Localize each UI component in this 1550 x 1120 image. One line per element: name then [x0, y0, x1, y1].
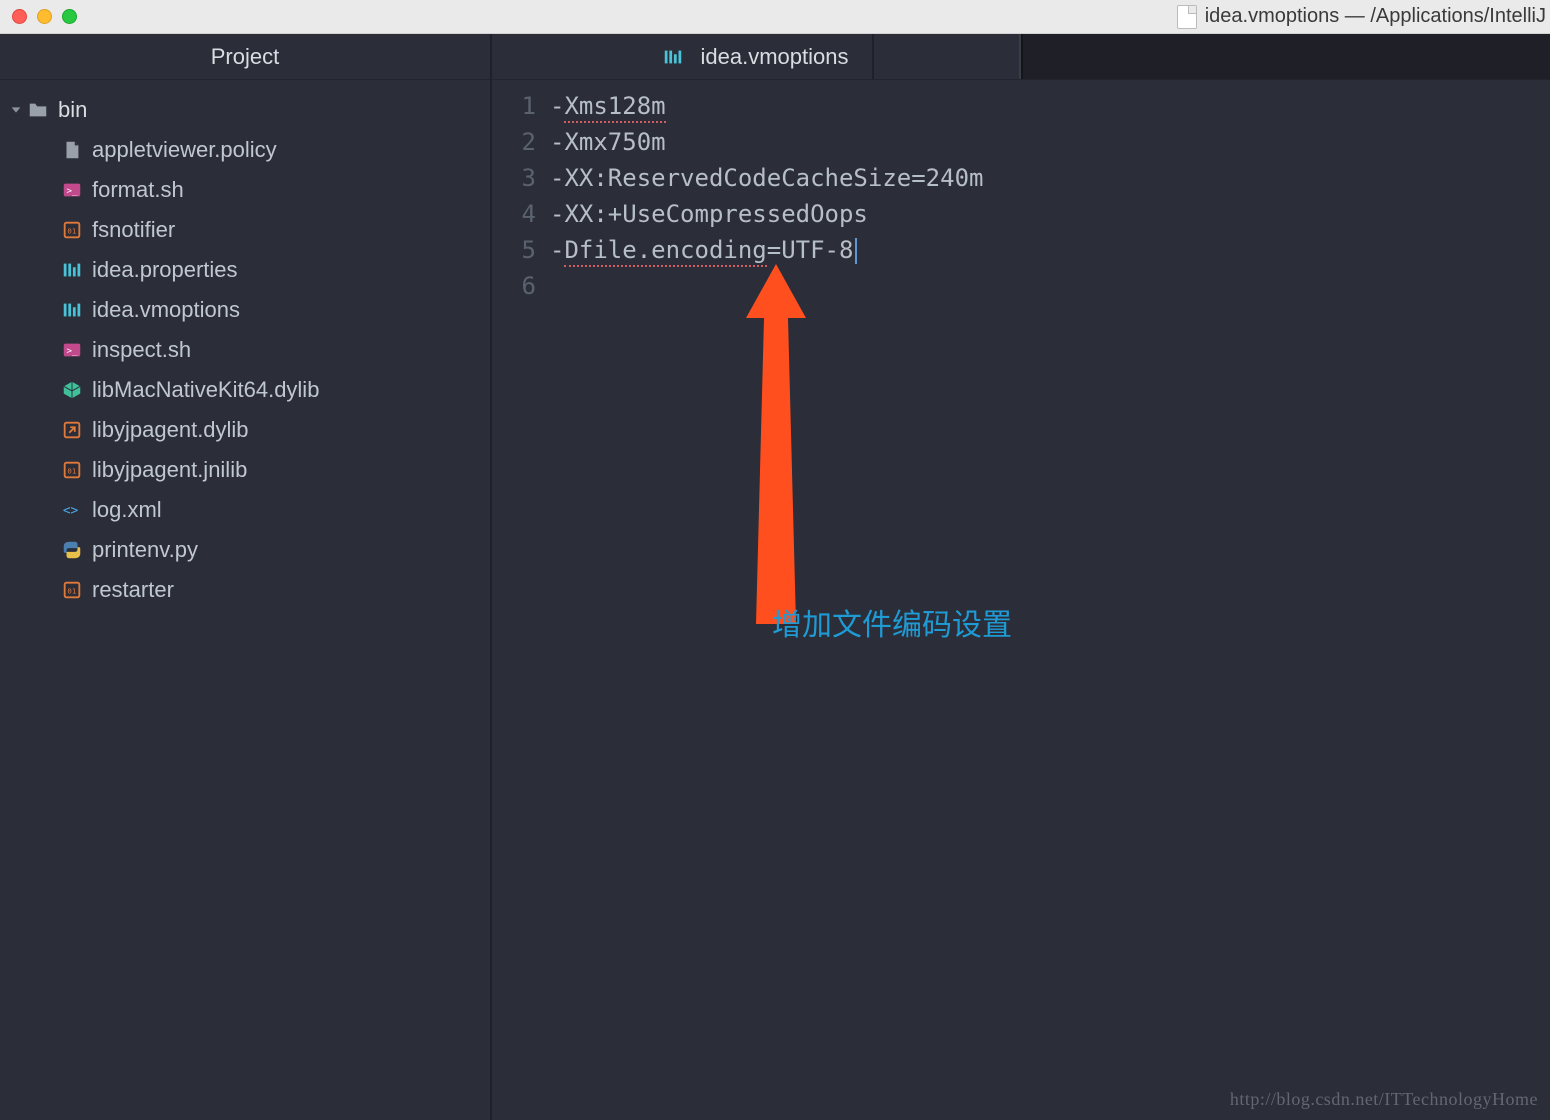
line-number: 3: [492, 160, 536, 196]
props-icon: [60, 258, 84, 282]
tree-file-label: fsnotifier: [92, 217, 175, 243]
watermark-text: http://blog.csdn.net/ITTechnologyHome: [1230, 1089, 1538, 1110]
tree-file-libmacnativekit64-dylib[interactable]: libMacNativeKit64.dylib: [0, 370, 490, 410]
svg-text:01: 01: [67, 587, 76, 596]
chevron-down-icon[interactable]: [6, 103, 26, 117]
line-number: 4: [492, 196, 536, 232]
project-sidebar: Project bin appletviewer.policy >_ format.…: [0, 34, 492, 1120]
line-number: 5: [492, 232, 536, 268]
line-number: 2: [492, 124, 536, 160]
tree-file-label: idea.properties: [92, 257, 238, 283]
code-line[interactable]: -XX:+UseCompressedOops: [550, 196, 1550, 232]
editor-tabs: idea.vmoptions: [492, 34, 1550, 80]
tree-file-libyjpagent-dylib[interactable]: libyjpagent.dylib: [0, 410, 490, 450]
window-zoom-button[interactable]: [62, 9, 77, 24]
pkg-icon: [60, 378, 84, 402]
traffic-lights: [12, 9, 77, 24]
tree-file-format-sh[interactable]: >_ format.sh: [0, 170, 490, 210]
tree-file-label: restarter: [92, 577, 174, 603]
project-panel-header[interactable]: Project: [0, 34, 490, 80]
sh-icon: >_: [60, 338, 84, 362]
document-icon: [1177, 5, 1197, 29]
window-titlebar: idea.vmoptions — /Applications/IntelliJ: [0, 0, 1550, 34]
tree-file-label: format.sh: [92, 177, 184, 203]
window-minimize-button[interactable]: [37, 9, 52, 24]
svg-text:<>: <>: [63, 504, 79, 519]
svg-text:>_: >_: [67, 346, 79, 357]
bin-icon: 01: [60, 458, 84, 482]
line-number: 6: [492, 268, 536, 304]
svg-text:01: 01: [67, 467, 76, 476]
tree-file-label: libMacNativeKit64.dylib: [92, 377, 319, 403]
text-caret: [855, 238, 857, 264]
code-editor[interactable]: 123456 -Xms128m-Xmx750m-XX:ReservedCodeC…: [492, 80, 1550, 1120]
tree-file-idea-vmoptions[interactable]: idea.vmoptions: [0, 290, 490, 330]
xml-icon: <>: [60, 498, 84, 522]
file-icon: [60, 138, 84, 162]
tree-file-restarter[interactable]: 01 restarter: [0, 570, 490, 610]
sh-icon: >_: [60, 178, 84, 202]
tree-folder-bin[interactable]: bin: [0, 90, 490, 130]
tab-label: idea.vmoptions: [701, 44, 849, 70]
code-content[interactable]: -Xms128m-Xmx750m-XX:ReservedCodeCacheSiz…: [550, 88, 1550, 1120]
code-line[interactable]: [550, 268, 1550, 304]
code-line[interactable]: -Dfile.encoding=UTF-8: [550, 232, 1550, 268]
tree-file-label: idea.vmoptions: [92, 297, 240, 323]
tree-file-appletviewer-policy[interactable]: appletviewer.policy: [0, 130, 490, 170]
project-panel-title: Project: [211, 44, 279, 70]
window-title: idea.vmoptions — /Applications/IntelliJ: [1177, 5, 1550, 29]
tree-file-label: libyjpagent.dylib: [92, 417, 249, 443]
tree-file-label: appletviewer.policy: [92, 137, 277, 163]
editor-pane: idea.vmoptions 123456 -Xms128m-Xmx750m-X…: [492, 34, 1550, 1120]
tree-file-printenv-py[interactable]: printenv.py: [0, 530, 490, 570]
code-line[interactable]: -Xms128m: [550, 88, 1550, 124]
window-title-text: idea.vmoptions — /Applications/IntelliJ: [1205, 5, 1546, 28]
tree-file-log-xml[interactable]: <> log.xml: [0, 490, 490, 530]
tree-file-label: log.xml: [92, 497, 162, 523]
py-icon: [60, 538, 84, 562]
line-number-gutter: 123456: [492, 88, 550, 1120]
bin-icon: 01: [60, 578, 84, 602]
tree-file-libyjpagent-jnilib[interactable]: 01 libyjpagent.jnilib: [0, 450, 490, 490]
properties-icon: [661, 45, 685, 69]
window-close-button[interactable]: [12, 9, 27, 24]
svg-text:>_: >_: [67, 186, 79, 197]
tree-file-idea-properties[interactable]: idea.properties: [0, 250, 490, 290]
tree-file-label: inspect.sh: [92, 337, 191, 363]
tree-file-label: libyjpagent.jnilib: [92, 457, 247, 483]
annotation-text: 增加文件编码设置: [772, 600, 1012, 644]
bin-icon: 01: [60, 218, 84, 242]
tree-file-inspect-sh[interactable]: >_ inspect.sh: [0, 330, 490, 370]
project-tree: bin appletviewer.policy >_ format.sh 01 fsno…: [0, 80, 490, 610]
folder-icon: [26, 98, 50, 122]
tree-file-label: printenv.py: [92, 537, 198, 563]
props-icon: [60, 298, 84, 322]
link-icon: [60, 418, 84, 442]
code-line[interactable]: -Xmx750m: [550, 124, 1550, 160]
code-line[interactable]: -XX:ReservedCodeCacheSize=240m: [550, 160, 1550, 196]
tab-idea-vmoptions[interactable]: idea.vmoptions: [637, 34, 875, 79]
line-number: 1: [492, 88, 536, 124]
tree-file-fsnotifier[interactable]: 01 fsnotifier: [0, 210, 490, 250]
svg-text:01: 01: [67, 227, 76, 236]
tree-folder-label: bin: [58, 97, 87, 123]
